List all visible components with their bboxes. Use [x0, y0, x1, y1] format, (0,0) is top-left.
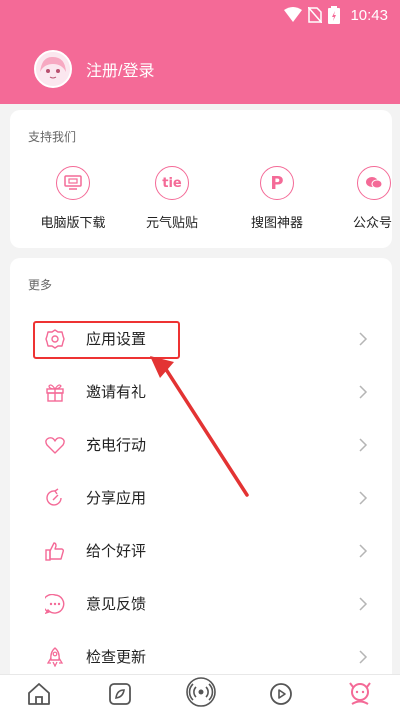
radio-icon[interactable] — [186, 677, 216, 707]
status-bar: 10:43 — [0, 0, 400, 30]
support-item-label: 公众号 — [353, 215, 393, 230]
profile-icon[interactable] — [347, 681, 373, 707]
status-time: 10:43 — [350, 6, 388, 24]
support-item-tie[interactable]: tie 元气贴贴 — [132, 166, 212, 231]
wifi-icon — [284, 7, 303, 22]
rocket-icon — [44, 646, 66, 668]
support-card: 支持我们 电脑版下载 tie 元气贴贴 P 搜图神器 公众号 — [10, 110, 392, 248]
support-item-image-search[interactable]: P 搜图神器 — [237, 166, 317, 231]
menu-item-app-settings[interactable]: 应用设置 — [10, 312, 392, 365]
more-section-title: 更多 — [28, 278, 53, 292]
chevron-right-icon — [359, 384, 368, 399]
support-item-wechat[interactable]: 公众号 — [340, 166, 400, 231]
user-login-row[interactable]: 注册/登录 — [34, 50, 154, 88]
menu-item-rate[interactable]: 给个好评 — [10, 524, 392, 577]
discover-icon[interactable] — [107, 681, 133, 707]
chevron-right-icon — [359, 543, 368, 558]
menu-item-label: 邀请有礼 — [86, 384, 147, 401]
menu-item-label: 应用设置 — [86, 331, 147, 348]
thumbs-up-icon — [44, 540, 66, 562]
support-item-pc-download[interactable]: 电脑版下载 — [33, 166, 113, 231]
share-icon — [44, 487, 66, 509]
heart-icon — [44, 434, 66, 456]
chevron-right-icon — [359, 437, 368, 452]
no-sim-icon — [308, 7, 323, 23]
settings-gear-icon — [44, 328, 66, 350]
feedback-icon — [44, 593, 66, 615]
header: 10:43 注册/登录 — [0, 0, 400, 104]
play-icon[interactable] — [268, 681, 294, 707]
menu-item-label: 意见反馈 — [86, 596, 147, 613]
chevron-right-icon — [359, 331, 368, 346]
menu-item-label: 给个好评 — [86, 543, 147, 560]
login-register-link[interactable]: 注册/登录 — [86, 57, 154, 81]
monitor-icon — [56, 166, 90, 200]
wechat-icon — [357, 166, 391, 200]
menu-item-label: 检查更新 — [86, 649, 147, 666]
bottom-nav — [0, 674, 400, 711]
tie-icon-text: tie — [162, 175, 182, 191]
menu-item-share[interactable]: 分享应用 — [10, 471, 392, 524]
menu-item-feedback[interactable]: 意见反馈 — [10, 577, 392, 630]
chevron-right-icon — [359, 490, 368, 505]
menu-item-label: 分享应用 — [86, 490, 147, 507]
more-card: 更多 应用设置 邀请有礼 充电行动 分享应用 给个好评 意见反馈 检查更新 — [10, 258, 392, 688]
support-item-label: 搜图神器 — [250, 215, 303, 230]
support-item-label: 元气贴贴 — [145, 215, 198, 230]
avatar[interactable] — [34, 50, 72, 88]
p-logo-icon: P — [260, 166, 294, 200]
p-logo-text: P — [270, 172, 284, 194]
gift-icon — [44, 381, 66, 403]
menu-item-invite[interactable]: 邀请有礼 — [10, 365, 392, 418]
home-icon[interactable] — [26, 681, 52, 707]
chevron-right-icon — [359, 649, 368, 664]
menu-item-charge[interactable]: 充电行动 — [10, 418, 392, 471]
battery-icon — [328, 6, 341, 24]
tie-icon: tie — [155, 166, 189, 200]
chevron-right-icon — [359, 596, 368, 611]
menu-item-label: 充电行动 — [86, 437, 147, 454]
support-section-title: 支持我们 — [28, 130, 77, 144]
support-item-label: 电脑版下载 — [40, 215, 106, 230]
